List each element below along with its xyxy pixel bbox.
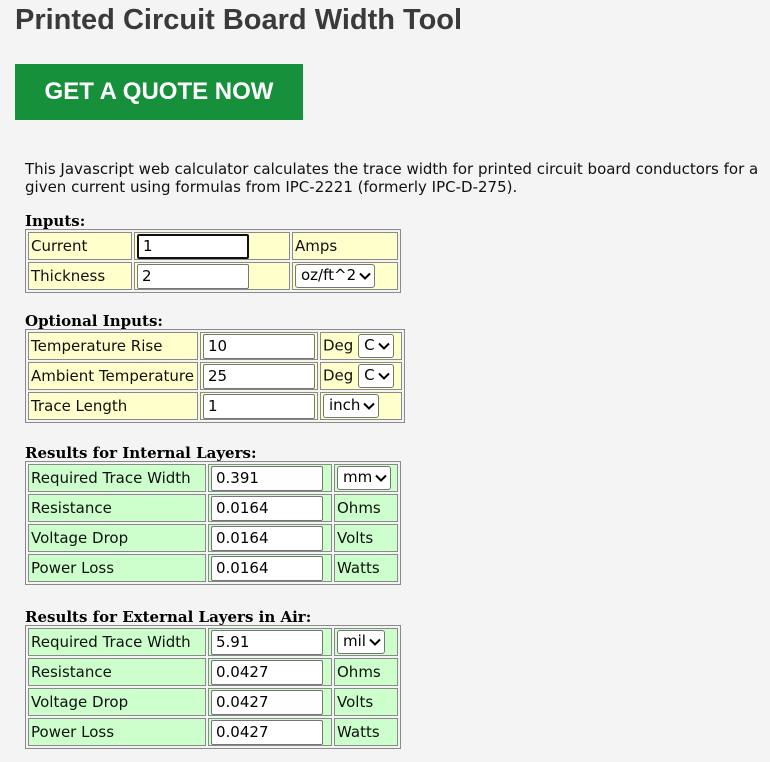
external-resistance-label: Resistance xyxy=(28,658,206,686)
ambient-unit-prefix: Deg xyxy=(323,366,354,385)
internal-voltage-row: Voltage Drop Volts xyxy=(28,524,398,552)
external-width-unit-cell: mil xyxy=(334,628,398,656)
external-resistance-unit: Ohms xyxy=(334,658,398,686)
external-resistance-row: Resistance Ohms xyxy=(28,658,398,686)
temp-rise-value-cell xyxy=(200,332,318,360)
internal-width-value-cell xyxy=(208,464,332,492)
internal-width-row: Required Trace Width mm xyxy=(28,464,398,492)
external-width-unit-value: mil xyxy=(343,632,366,650)
thickness-input[interactable] xyxy=(137,263,249,289)
chevron-down-icon xyxy=(369,638,381,646)
internal-voltage-value-cell xyxy=(208,524,332,552)
internal-voltage-unit: Volts xyxy=(334,524,398,552)
inputs-table: Current Amps Thickness oz/ft^2 xyxy=(25,229,401,293)
internal-power-output[interactable] xyxy=(211,555,323,581)
internal-voltage-output[interactable] xyxy=(211,525,323,551)
internal-width-label: Required Trace Width xyxy=(28,464,206,492)
external-width-output[interactable] xyxy=(211,629,323,655)
thickness-unit-cell: oz/ft^2 xyxy=(292,262,398,290)
external-power-output[interactable] xyxy=(211,719,323,745)
temp-rise-unit-value: C xyxy=(364,336,375,354)
external-width-label: Required Trace Width xyxy=(28,628,206,656)
external-voltage-output[interactable] xyxy=(211,689,323,715)
external-power-row: Power Loss Watts xyxy=(28,718,398,746)
internal-resistance-unit: Ohms xyxy=(334,494,398,522)
temp-rise-label: Temperature Rise xyxy=(28,332,198,360)
ambient-input[interactable] xyxy=(203,363,315,389)
internal-resistance-value-cell xyxy=(208,494,332,522)
internal-width-unit-value: mm xyxy=(343,468,373,486)
thickness-unit-select[interactable]: oz/ft^2 xyxy=(295,264,376,288)
chevron-down-icon xyxy=(377,342,390,350)
ambient-unit-cell: Deg C xyxy=(320,362,402,390)
external-width-value-cell xyxy=(208,628,332,656)
ambient-row: Ambient Temperature Deg C xyxy=(28,362,402,390)
internal-results-heading: Results for Internal Layers: xyxy=(25,444,257,462)
current-unit: Amps xyxy=(292,232,398,260)
external-voltage-row: Voltage Drop Volts xyxy=(28,688,398,716)
external-width-unit-select[interactable]: mil xyxy=(337,630,385,654)
internal-resistance-output[interactable] xyxy=(211,495,323,521)
thickness-row: Thickness oz/ft^2 xyxy=(28,262,398,290)
external-width-row: Required Trace Width mil xyxy=(28,628,398,656)
chevron-down-icon xyxy=(377,372,390,380)
chevron-down-icon xyxy=(359,272,371,280)
internal-resistance-row: Resistance Ohms xyxy=(28,494,398,522)
inputs-heading: Inputs: xyxy=(25,212,86,230)
length-unit-select[interactable]: inch xyxy=(323,394,380,418)
current-row: Current Amps xyxy=(28,232,398,260)
thickness-label: Thickness xyxy=(28,262,132,290)
length-value-cell xyxy=(200,392,318,420)
ambient-value-cell xyxy=(200,362,318,390)
temp-rise-unit-cell: Deg C xyxy=(320,332,402,360)
ambient-unit-select[interactable]: C xyxy=(358,364,394,388)
internal-resistance-label: Resistance xyxy=(28,494,206,522)
page-title: Printed Circuit Board Width Tool xyxy=(15,4,463,36)
external-resistance-output[interactable] xyxy=(211,659,323,685)
internal-power-row: Power Loss Watts xyxy=(28,554,398,582)
internal-power-unit: Watts xyxy=(334,554,398,582)
ambient-label: Ambient Temperature xyxy=(28,362,198,390)
temp-rise-row: Temperature Rise Deg C xyxy=(28,332,402,360)
external-voltage-label: Voltage Drop xyxy=(28,688,206,716)
chevron-down-icon xyxy=(375,474,387,482)
external-voltage-unit: Volts xyxy=(334,688,398,716)
current-label: Current xyxy=(28,232,132,260)
external-results-heading: Results for External Layers in Air: xyxy=(25,608,312,626)
current-input[interactable] xyxy=(137,233,249,259)
internal-voltage-label: Voltage Drop xyxy=(28,524,206,552)
external-power-unit: Watts xyxy=(334,718,398,746)
internal-width-unit-select[interactable]: mm xyxy=(337,466,392,490)
thickness-unit-value: oz/ft^2 xyxy=(301,266,357,284)
internal-results-table: Required Trace Width mm Resistance Ohms … xyxy=(25,461,401,585)
length-label: Trace Length xyxy=(28,392,198,420)
internal-power-value-cell xyxy=(208,554,332,582)
length-input[interactable] xyxy=(203,393,315,419)
ambient-unit-value: C xyxy=(364,366,375,384)
chevron-down-icon xyxy=(363,402,376,410)
length-unit-value: inch xyxy=(329,396,361,414)
length-unit-cell: inch xyxy=(320,392,402,420)
temp-rise-unit-select[interactable]: C xyxy=(358,334,394,358)
current-value-cell xyxy=(134,232,290,260)
length-row: Trace Length inch xyxy=(28,392,402,420)
intro-text: This Javascript web calculator calculate… xyxy=(25,160,759,196)
optional-inputs-table: Temperature Rise Deg C Ambient Temperatu… xyxy=(25,329,405,423)
external-resistance-value-cell xyxy=(208,658,332,686)
external-power-label: Power Loss xyxy=(28,718,206,746)
thickness-value-cell xyxy=(134,262,290,290)
get-quote-button[interactable]: GET A QUOTE NOW xyxy=(15,64,303,120)
internal-power-label: Power Loss xyxy=(28,554,206,582)
external-voltage-value-cell xyxy=(208,688,332,716)
internal-width-output[interactable] xyxy=(211,465,323,491)
internal-width-unit-cell: mm xyxy=(334,464,398,492)
temp-rise-unit-prefix: Deg xyxy=(323,336,354,355)
external-power-value-cell xyxy=(208,718,332,746)
optional-inputs-heading: Optional Inputs: xyxy=(25,312,163,330)
external-results-table: Required Trace Width mil Resistance Ohms… xyxy=(25,625,401,749)
temp-rise-input[interactable] xyxy=(203,333,315,359)
